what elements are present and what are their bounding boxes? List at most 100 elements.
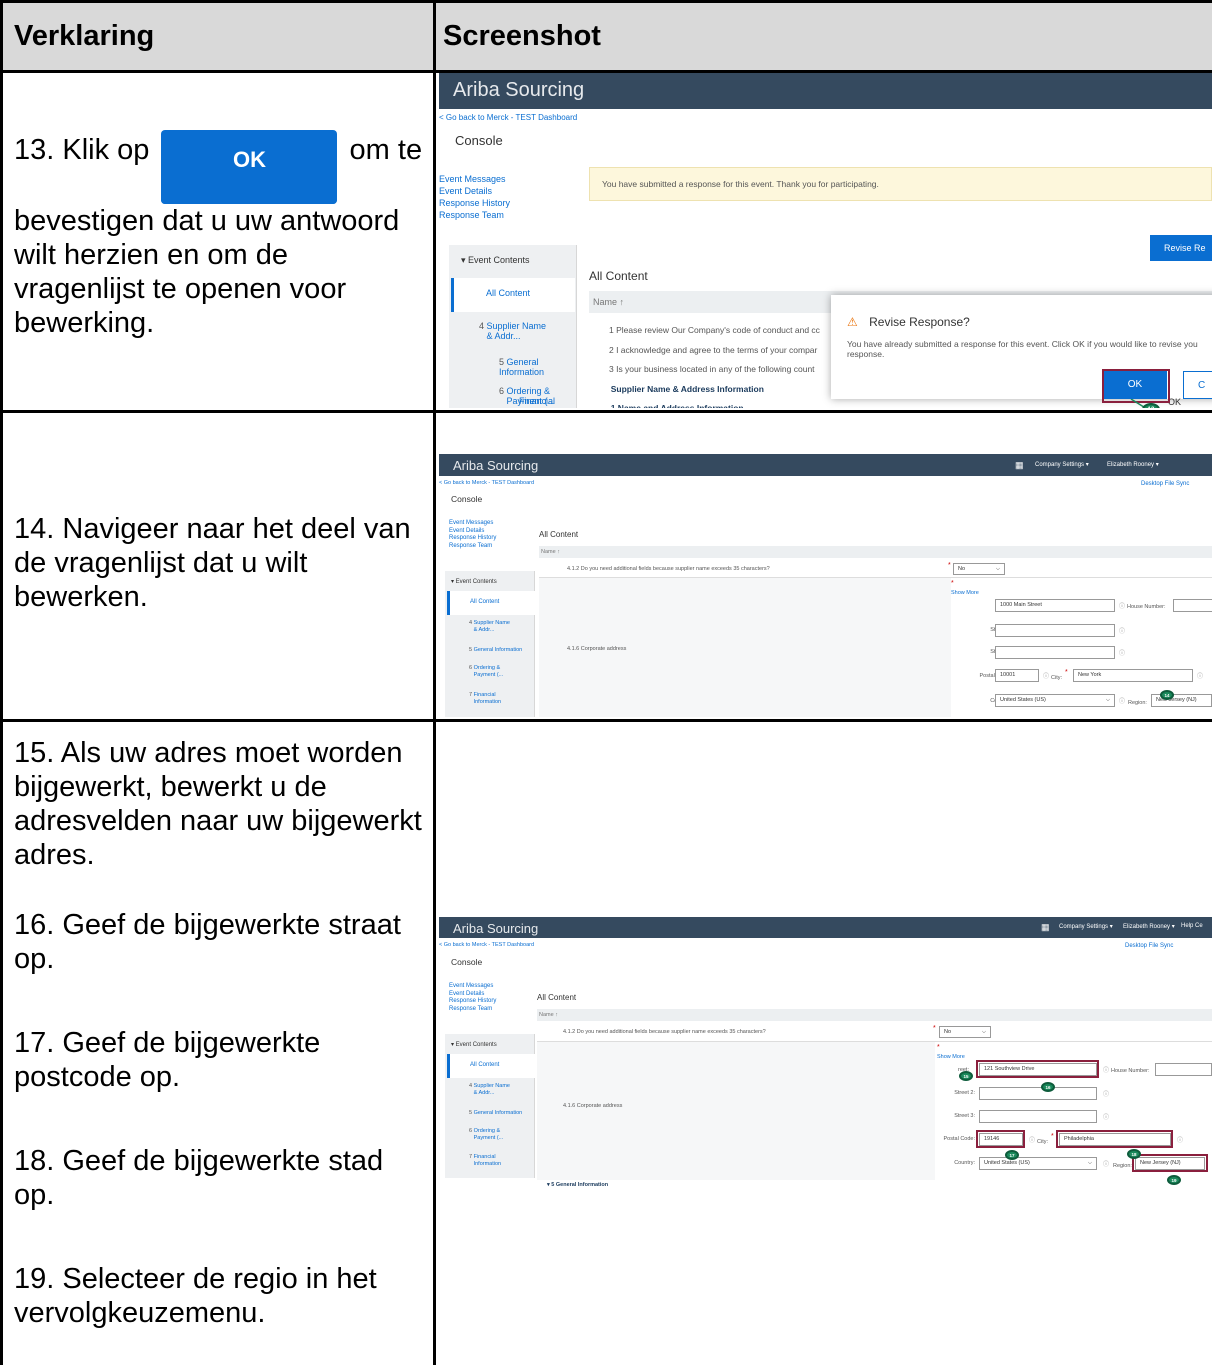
nav-response-team[interactable]: Response Team [439,209,585,221]
event-contents-toggle[interactable]: ▾ Event Contents [461,255,530,266]
info-icon[interactable]: ⓘ [1119,626,1125,635]
city-highlight [1056,1130,1173,1148]
nav-section-5[interactable]: 5 General Information [499,357,576,377]
info-icon[interactable]: ⓘ [1119,648,1125,657]
apps-grid-icon[interactable]: ▦ [1015,460,1024,471]
house-number-label: House Number: [1127,604,1166,610]
city-label: City: [1051,675,1062,681]
console-title: Console [451,494,483,504]
nav-response-history[interactable]: Response History [439,197,585,209]
back-to-dashboard-link[interactable]: < Go back to Merck - TEST Dashboard [439,113,577,122]
street-2-input[interactable] [995,624,1115,637]
help-center-link[interactable]: Help Ce [1181,923,1203,929]
all-content-title: All Content [589,269,648,283]
nav-event-messages[interactable]: Event Messages [439,173,585,185]
table-row[interactable]: ▾ 4 Supplier Name & Address Information [609,380,839,400]
street-3-label: Street 3: [954,1113,975,1119]
user-menu[interactable]: Elizabeth Rooney ▾ [1123,923,1175,930]
company-settings-menu[interactable]: Company Settings ▾ [1059,923,1113,930]
nav-section-7[interactable]: Financial [519,396,555,406]
required-marker: * [948,562,951,569]
info-icon[interactable]: ⓘ [1103,1065,1109,1074]
show-more-link[interactable]: Show More [937,1054,965,1060]
section-5-general-information[interactable]: ▾ 5 General Information [547,1182,608,1188]
apps-grid-icon[interactable]: ▦ [1041,922,1050,933]
screenshot-updated-address: Ariba Sourcing ▦ Company Settings ▾ Eliz… [439,917,1212,1191]
submitted-banner: You have submitted a response for this e… [589,167,1212,201]
nav-response-team[interactable]: Response Team [449,543,496,551]
company-settings-menu[interactable]: Company Settings ▾ [1035,461,1089,468]
app-header: Ariba Sourcing ▦ Company Settings ▾ Eliz… [439,917,1212,938]
desktop-file-sync-link[interactable]: Desktop File Sync [1141,481,1189,487]
nav-section-6[interactable]: 6 Ordering & Payment (... [469,1128,522,1141]
table-row[interactable]: ▾ 4.1 Name and Address Information [609,399,839,408]
info-icon[interactable]: ⓘ [1197,671,1203,680]
nav-section-4[interactable]: 4 Supplier Name & Addr... [469,1083,514,1096]
table-header-row [3,3,1212,73]
postal-code-input[interactable]: 10001 [995,669,1039,682]
street-2-input[interactable] [979,1087,1097,1100]
country-dropdown[interactable]: United States (US) ⌵ [979,1157,1097,1170]
back-to-dashboard-link[interactable]: < Go back to Merck - TEST Dashboard [439,480,534,486]
column-header-verklaring: Verklaring [14,20,155,52]
revise-response-button[interactable]: Revise Re [1150,235,1212,261]
info-icon[interactable]: ⓘ [1177,1135,1183,1144]
event-contents-toggle[interactable]: ▾ Event Contents [451,578,497,585]
dialog-title: ⚠ Revise Response? [847,315,970,329]
info-icon[interactable]: ⓘ [1029,1135,1035,1144]
nav-section-4[interactable]: 4 Supplier Name & Addr... [469,620,514,633]
user-menu[interactable]: Elizabeth Rooney ▾ [1107,461,1159,468]
step-19-text: 19. Selecteer de regio in het vervolgkeu… [14,1263,377,1329]
country-dropdown[interactable]: United States (US) ⌵ [995,694,1115,707]
desktop-file-sync-link[interactable]: Desktop File Sync [1125,943,1173,949]
info-icon[interactable]: ⓘ [1103,1112,1109,1121]
region-label: Region: [1113,1163,1132,1169]
info-icon[interactable]: ⓘ [1119,601,1125,610]
info-icon[interactable]: ⓘ [1043,671,1049,680]
content-table-header: Name ↑ [539,546,1212,558]
house-number-input[interactable] [1155,1063,1212,1076]
nav-event-messages[interactable]: Event Messages [449,520,496,528]
nav-all-content[interactable]: All Content [447,591,535,615]
table-row[interactable]: 1 Please review Our Company's code of co… [609,321,839,341]
nav-event-details[interactable]: Event Details [439,185,585,197]
back-to-dashboard-link[interactable]: < Go back to Merck - TEST Dashboard [439,942,534,948]
street-2-label: Street 2: [954,1090,975,1096]
street-input[interactable]: 1000 Main Street [995,599,1115,612]
event-contents-panel: ▾ Event Contents All Content 4 Supplier … [445,1034,535,1178]
table-row[interactable]: 3 Is your business located in any of the… [609,360,839,380]
show-more-link[interactable]: Show More [951,590,979,596]
q412-dropdown[interactable]: No ⌵ [953,563,1005,575]
street-3-input[interactable] [979,1110,1097,1123]
nav-section-7[interactable]: 7 Financial Information [469,692,514,705]
nav-section-5[interactable]: 5 General Information [469,1110,522,1116]
nav-section-5[interactable]: 5 General Information [469,647,522,653]
event-contents-panel: ▾ Event Contents All Content 4 Supplier … [449,245,577,408]
info-icon[interactable]: ⓘ [1103,1159,1109,1168]
house-number-input[interactable] [1173,599,1212,612]
chevron-down-icon: ⌵ [981,1029,986,1035]
dialog-cancel-button[interactable]: C [1183,371,1212,399]
nav-all-content[interactable]: All Content [447,1054,535,1078]
step-13-text: 13. Klik op OK om te bevestigen dat u uw… [14,130,424,340]
nav-response-team[interactable]: Response Team [449,1006,496,1014]
callout-18: 18 [1127,1149,1141,1159]
nav-event-details[interactable]: Event Details [449,528,496,536]
nav-section-7[interactable]: 7 Financial Information [469,1154,514,1167]
info-icon[interactable]: ⓘ [1103,1089,1109,1098]
nav-section-6[interactable]: 6 Ordering & Payment (... [469,665,522,678]
street-3-input[interactable] [995,646,1115,659]
nav-all-content[interactable]: All Content [451,278,575,312]
event-contents-toggle[interactable]: ▾ Event Contents [451,1041,497,1048]
table-row[interactable]: 2 I acknowledge and agree to the terms o… [609,341,839,361]
nav-event-messages[interactable]: Event Messages [449,983,496,991]
address-question-panel [537,1042,935,1180]
nav-section-4[interactable]: 4 Supplier Name & Addr... [479,321,549,341]
nav-event-details[interactable]: Event Details [449,991,496,999]
nav-response-history[interactable]: Response History [449,998,496,1006]
city-input[interactable]: New York [1073,669,1193,682]
q412-dropdown[interactable]: No ⌵ [939,1026,991,1038]
nav-response-history[interactable]: Response History [449,535,496,543]
info-icon[interactable]: ⓘ [1119,696,1125,705]
question-4-1-6: 4.1.6 Corporate address [563,1103,623,1109]
